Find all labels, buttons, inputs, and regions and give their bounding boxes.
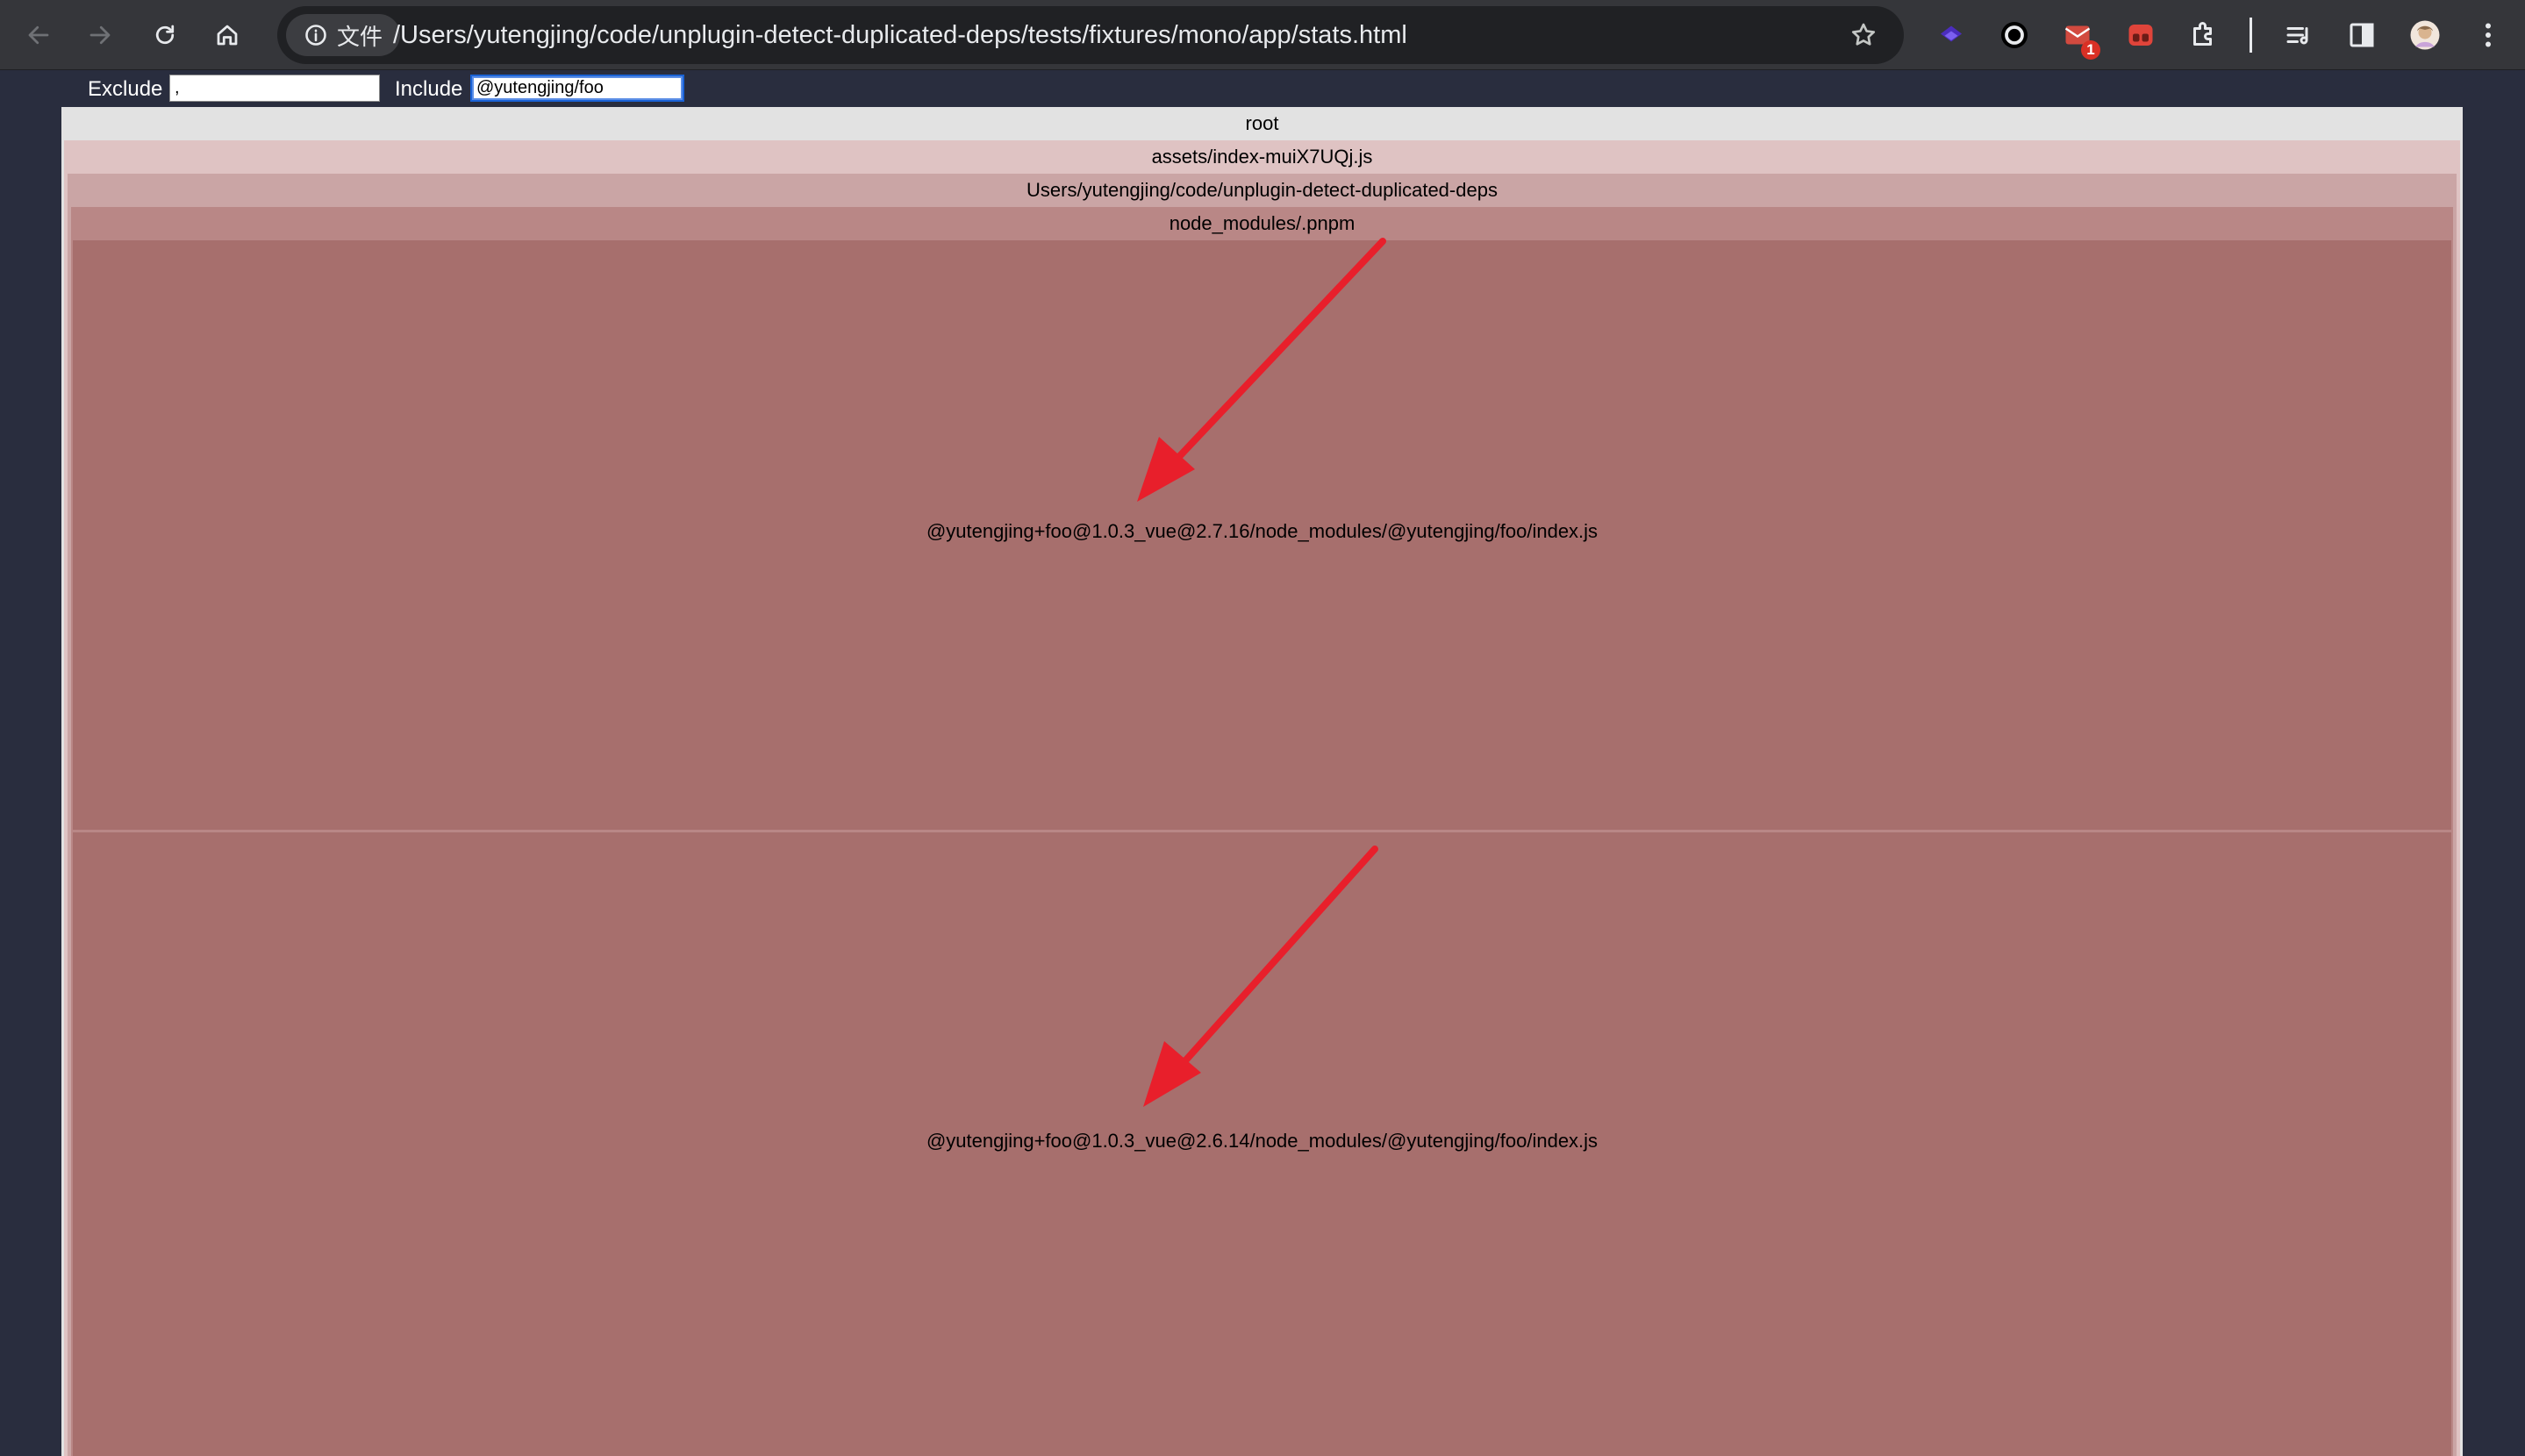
side-panel-icon (2350, 23, 2374, 47)
back-icon (28, 25, 49, 45)
extensions-menu-button[interactable] (2185, 16, 2223, 54)
side-panel-button[interactable] (2343, 16, 2381, 54)
media-queue-button[interactable] (2279, 16, 2318, 54)
browser-toolbar: 文件 /Users/yutengjing/code/unplugin-detec… (0, 0, 2525, 70)
more-menu-button[interactable] (2469, 16, 2507, 54)
forward-icon (89, 25, 111, 45)
info-icon (305, 25, 326, 46)
home-button[interactable] (204, 12, 250, 58)
treemap-node-project[interactable]: Users/yutengjing/code/unplugin-detect-du… (68, 174, 2457, 1456)
treemap-node-pnpm[interactable]: node_modules/.pnpm @yutengjing+foo@1.0.3… (71, 207, 2453, 1456)
circle-extension-icon (2001, 22, 2028, 48)
include-input[interactable] (470, 75, 684, 102)
treemap-node-bundle[interactable]: assets/index-muiX7UQj.js Users/yutengjin… (64, 140, 2460, 1456)
site-info-label: 文件 (337, 23, 383, 50)
extension-circle-button[interactable] (1995, 16, 2034, 54)
home-icon (217, 25, 238, 46)
leaf-label: @yutengjing+foo@1.0.3_vue@2.7.16/node_mo… (926, 520, 1599, 542)
layers-extension-icon (1941, 25, 1962, 42)
profile-button[interactable] (2406, 16, 2444, 54)
treemap-leaf-vue-2-7-16[interactable]: @yutengjing+foo@1.0.3_vue@2.7.16/node_mo… (73, 240, 2451, 830)
puzzle-icon (2193, 22, 2212, 46)
bookmark-star-icon[interactable] (1849, 21, 1878, 49)
extension-mail-button[interactable]: 1 (2058, 16, 2100, 60)
address-bar[interactable]: 文件 /Users/yutengjing/code/unplugin-detec… (277, 6, 1904, 64)
treemap-node-root[interactable]: root assets/index-muiX7UQj.js Users/yute… (61, 107, 2463, 1456)
exclude-input[interactable] (169, 75, 380, 102)
media-queue-icon (2286, 27, 2308, 45)
treemap: root assets/index-muiX7UQj.js Users/yute… (61, 107, 2463, 1456)
node-label-pnpm: node_modules/.pnpm (1169, 212, 1355, 234)
red-extension-icon (2128, 25, 2153, 46)
back-button[interactable] (16, 12, 61, 58)
reload-icon (155, 25, 175, 45)
mail-badge: 1 (2081, 40, 2100, 60)
node-label-project: Users/yutengjing/code/unplugin-detect-du… (1026, 179, 1498, 201)
extension-red-button[interactable] (2121, 16, 2160, 54)
exclude-label: Exclude (88, 77, 163, 101)
node-label-bundle: assets/index-muiX7UQj.js (1151, 146, 1373, 168)
site-info-chip[interactable]: 文件 (286, 14, 401, 56)
more-icon (2486, 23, 2491, 47)
treemap-leaf-vue-2-6-14[interactable]: @yutengjing+foo@1.0.3_vue@2.6.14/node_mo… (73, 832, 2451, 1456)
leaf-label: @yutengjing+foo@1.0.3_vue@2.6.14/node_mo… (926, 1129, 1599, 1152)
node-label-root: root (1245, 112, 1279, 134)
profile-avatar (2410, 20, 2440, 50)
extension-layers-button[interactable] (1932, 16, 1971, 54)
reload-button[interactable] (142, 12, 188, 58)
filter-bar: Exclude Include (0, 70, 2525, 107)
include-label: Include (395, 77, 463, 101)
toolbar-separator (2250, 18, 2252, 53)
url-text[interactable]: /Users/yutengjing/code/unplugin-detect-d… (393, 6, 1407, 64)
forward-button[interactable] (77, 12, 123, 58)
